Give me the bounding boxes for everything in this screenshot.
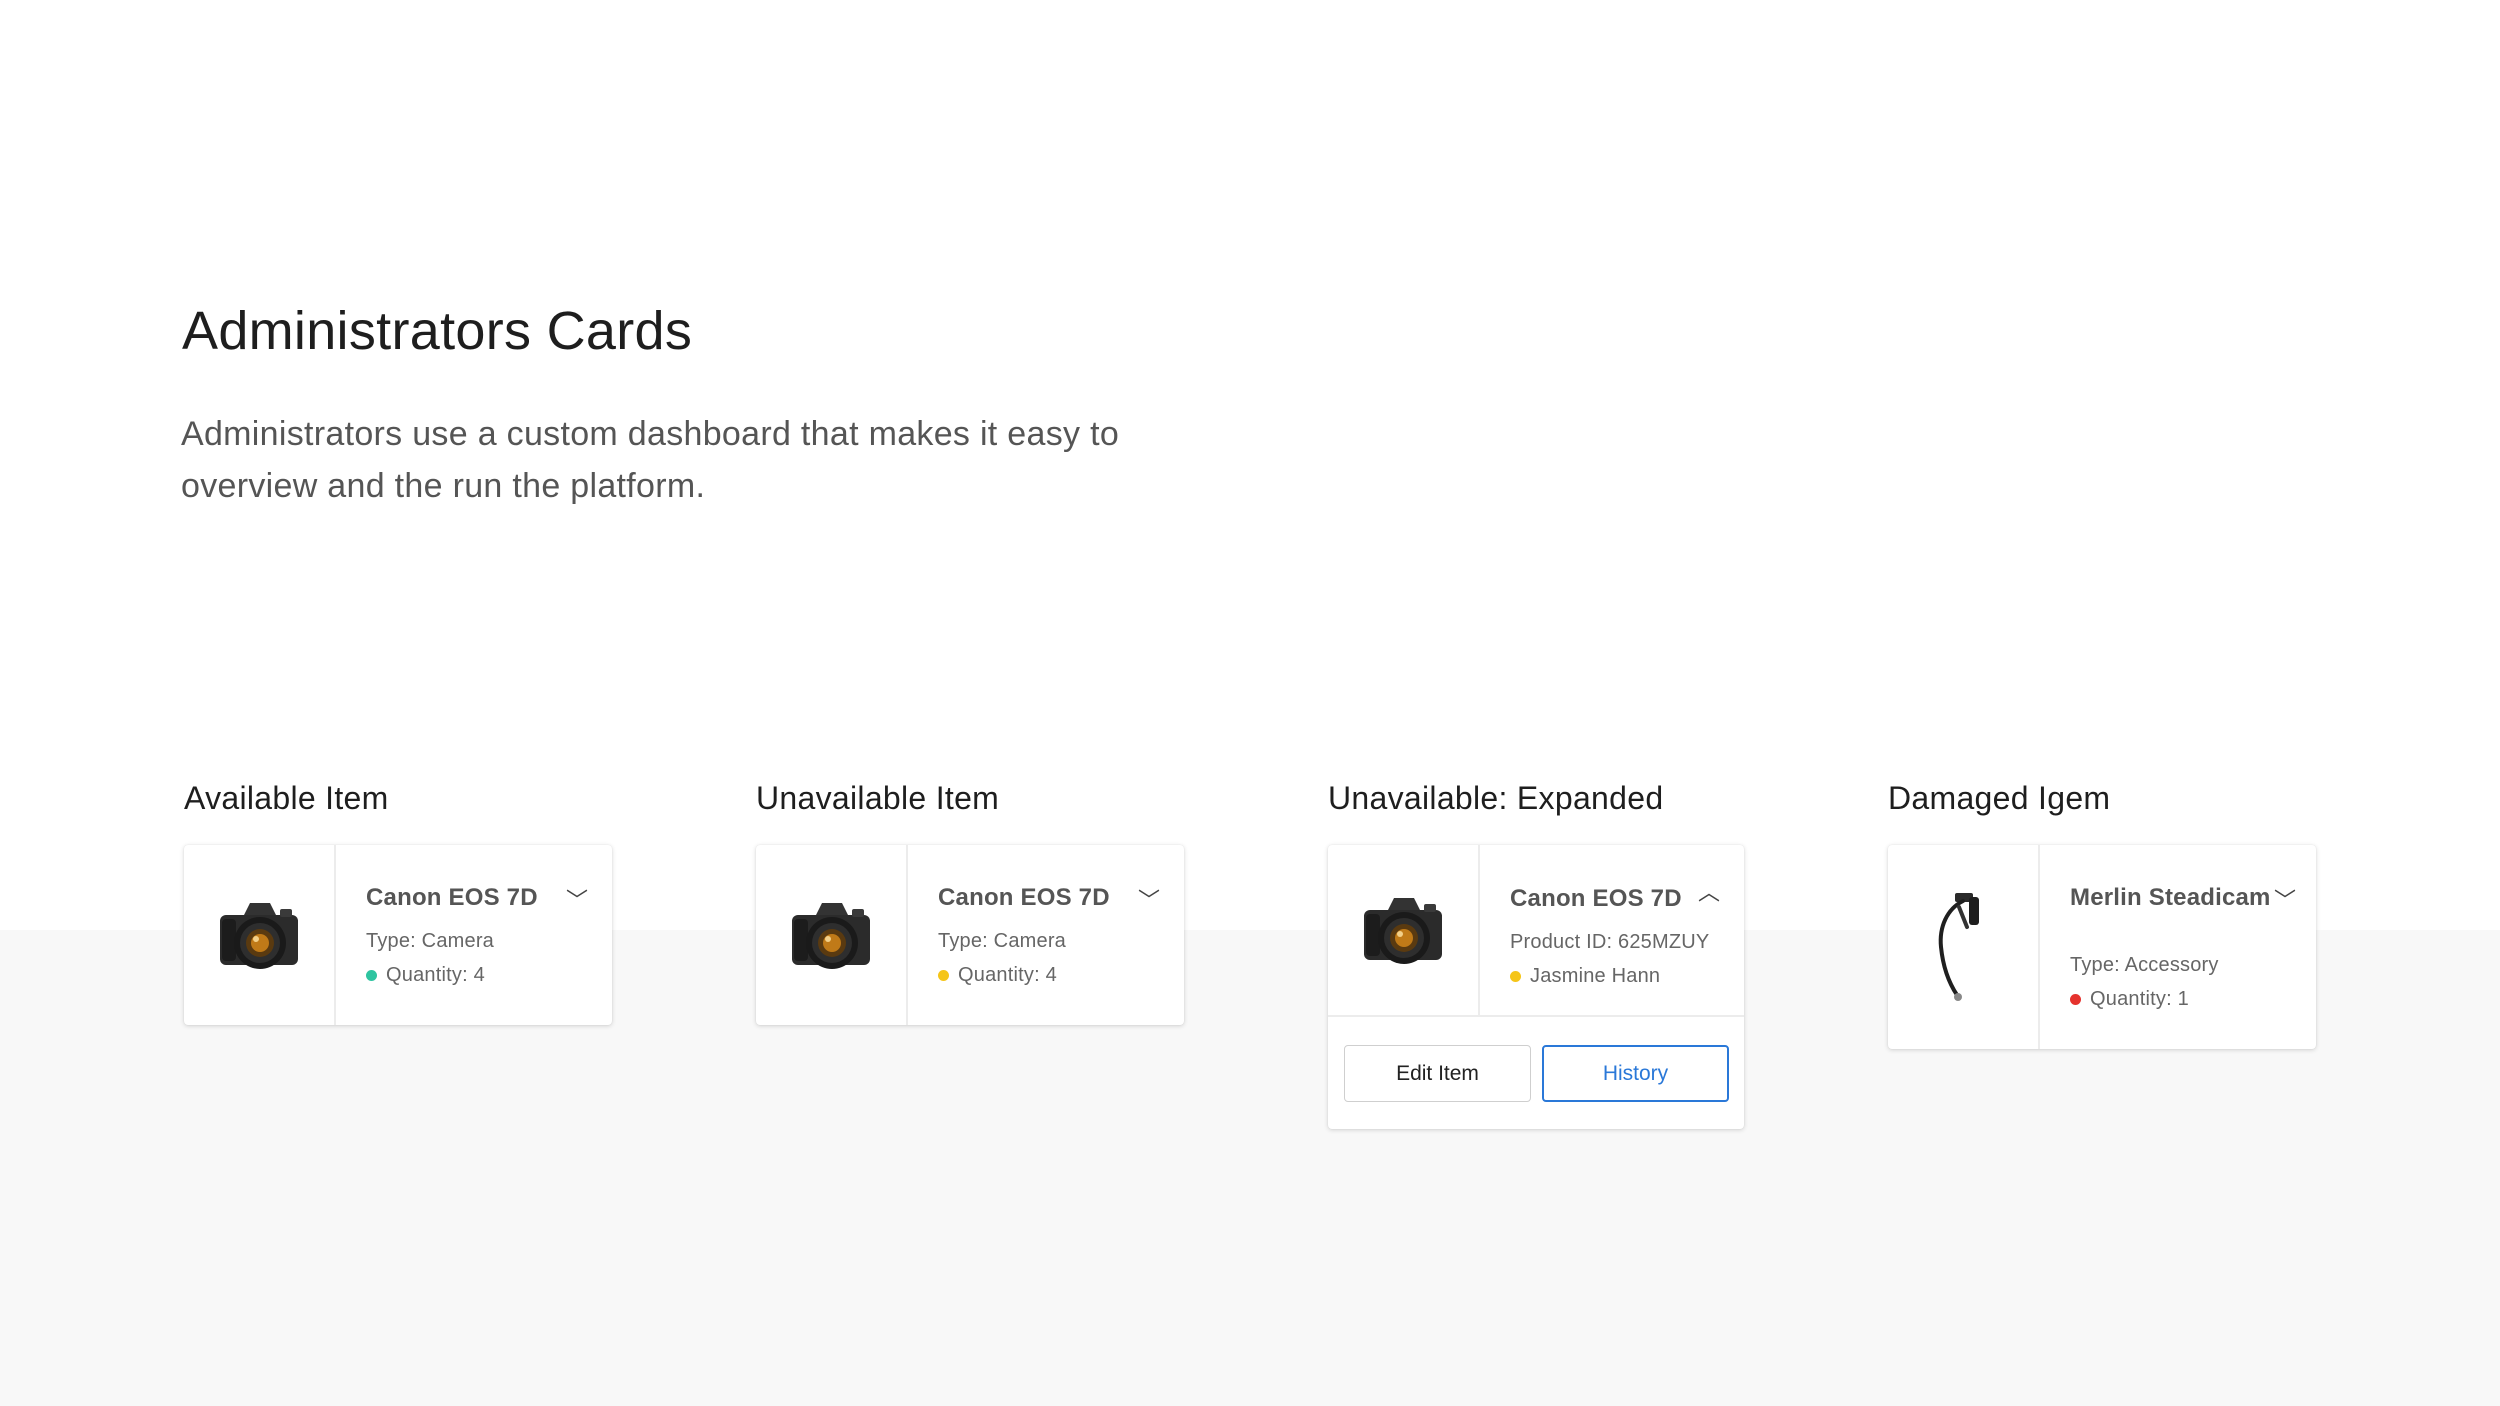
item-product-id: Product ID: 625MZUY [1510, 931, 1710, 953]
camera-icon [792, 903, 870, 969]
camera-icon [1364, 898, 1442, 964]
item-quantity: Quantity: 4 [366, 964, 485, 987]
status-dot-unavailable [1510, 971, 1521, 982]
item-name: Canon EOS 7D [1510, 885, 1682, 912]
item-image [184, 845, 336, 1025]
item-name: Canon EOS 7D [366, 884, 538, 911]
card-actions: Edit Item History [1328, 1015, 1744, 1129]
chevron-up-icon[interactable]: ︿ [1698, 875, 1720, 907]
item-type: Type: Camera [366, 930, 495, 952]
steadicam-icon [1938, 893, 1979, 1001]
item-name: Canon EOS 7D [938, 884, 1110, 911]
section-label-damaged: Damaged Igem [1888, 780, 2111, 816]
edit-item-button[interactable]: Edit Item [1344, 1045, 1531, 1102]
chevron-down-icon[interactable]: ﹀ [566, 883, 588, 915]
section-label-unavailable-expanded: Unavailable: Expanded [1328, 780, 1664, 816]
item-assignee: Jasmine Hann [1510, 965, 1660, 988]
item-card-unavailable-expanded[interactable]: Canon EOS 7D ︿ Product ID: 625MZUY Jasmi… [1328, 845, 1744, 1129]
item-name: Merlin Steadicam [2070, 884, 2271, 911]
status-dot-damaged [2070, 994, 2081, 1005]
status-dot-unavailable [938, 970, 949, 981]
chevron-down-icon[interactable]: ﹀ [1138, 883, 1160, 915]
camera-icon [220, 903, 298, 969]
item-image [1328, 845, 1480, 1015]
item-card-available[interactable]: Canon EOS 7D ﹀ Type: Camera Quantity: 4 [184, 845, 612, 1025]
item-card-unavailable[interactable]: Canon EOS 7D ﹀ Type: Camera Quantity: 4 [756, 845, 1184, 1025]
section-label-available: Available Item [184, 780, 389, 816]
item-quantity: Quantity: 4 [938, 964, 1057, 987]
item-type: Type: Accessory [2070, 954, 2219, 976]
item-card-damaged[interactable]: Merlin Steadicam ﹀ Type: Accessory Quant… [1888, 845, 2316, 1049]
item-image [756, 845, 908, 1025]
item-type: Type: Camera [938, 930, 1067, 952]
page-title: Administrators Cards [182, 301, 693, 361]
status-dot-available [366, 970, 377, 981]
chevron-down-icon[interactable]: ﹀ [2274, 883, 2296, 915]
item-quantity: Quantity: 1 [2070, 988, 2189, 1011]
history-button[interactable]: History [1542, 1045, 1729, 1102]
page-description: Administrators use a custom dashboard th… [181, 415, 1120, 505]
item-image [1888, 845, 2040, 1049]
section-label-unavailable: Unavailable Item [756, 780, 1000, 816]
